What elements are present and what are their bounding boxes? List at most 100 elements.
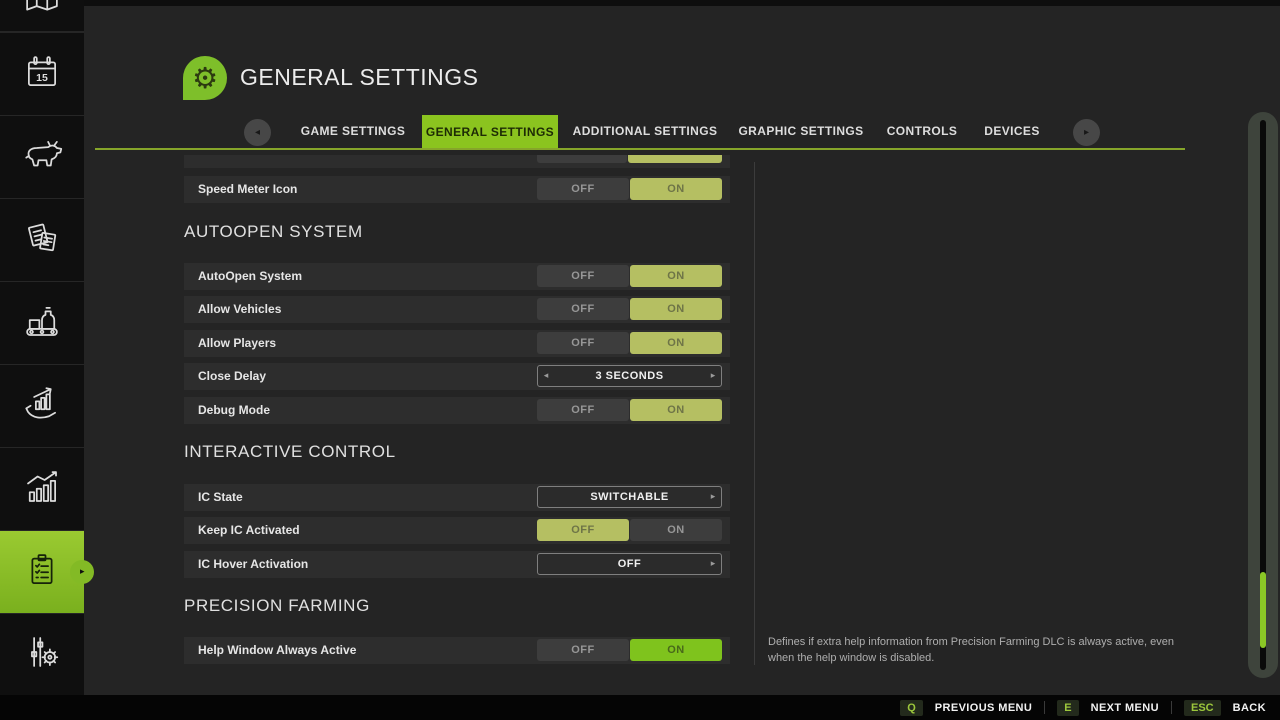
scrollbar-thumb[interactable]: [1260, 572, 1266, 648]
setting-row-autoopen-system: AutoOpen System OFF ON: [184, 263, 730, 290]
scrollbar: [1248, 112, 1278, 678]
toggle-off-button[interactable]: OFF: [537, 399, 629, 421]
setting-row-debug-mode: Debug Mode OFF ON: [184, 397, 730, 424]
sidebar: 15: [0, 0, 84, 695]
documents-icon: [21, 217, 63, 264]
toggle-off-button[interactable]: OFF: [537, 298, 629, 320]
tab-underline: [95, 148, 1185, 150]
toggle-on-button[interactable]: ON: [630, 332, 722, 354]
ic-hover-selector[interactable]: OFF ▸: [537, 553, 722, 575]
toggle-off-button[interactable]: OFF: [537, 332, 629, 354]
sidebar-item-finances[interactable]: [0, 365, 84, 447]
setting-row-allow-vehicles: Allow Vehicles OFF ON: [184, 296, 730, 323]
section-header-interactive: INTERACTIVE CONTROL: [184, 442, 396, 462]
clipboard-icon: [21, 549, 63, 596]
setting-label: Close Delay: [198, 363, 266, 390]
sidebar-item-vehicle-tuning[interactable]: [0, 614, 84, 695]
setting-row-ic-state: IC State SWITCHABLE ▸: [184, 484, 730, 511]
toggle-on-button[interactable]: ON: [630, 265, 722, 287]
back-label[interactable]: BACK: [1233, 702, 1266, 714]
footer-bar: Q PREVIOUS MENU E NEXT MENU ESC BACK: [0, 695, 1280, 720]
tab-controls[interactable]: CONTROLS: [872, 115, 972, 148]
cow-icon: [21, 134, 63, 181]
footer-separator: [1044, 701, 1045, 714]
setting-label: Allow Vehicles: [198, 296, 281, 323]
toggle-off-button[interactable]: OFF: [537, 265, 629, 287]
section-header-precision: PRECISION FARMING: [184, 596, 370, 616]
toggle-group: OFF ON: [537, 332, 722, 354]
sidebar-item-settings-list[interactable]: ▸: [0, 531, 84, 613]
help-panel-divider: [754, 162, 755, 665]
toggle-group: OFF ON: [537, 265, 722, 287]
chevron-left-icon[interactable]: ◂: [538, 371, 554, 381]
calendar-day: 15: [36, 71, 48, 83]
toggle-off-button[interactable]: OFF: [537, 519, 629, 541]
toggle-on-button[interactable]: ON: [630, 519, 722, 541]
page-icon: ⚙: [183, 56, 227, 100]
toggle-group: OFF ON: [537, 178, 722, 200]
calendar-icon: 15: [21, 51, 63, 98]
production-icon: [21, 300, 63, 347]
toggle-on-button[interactable]: ON: [630, 399, 722, 421]
toggle-group: OFF ON: [537, 639, 722, 661]
toggle-on-button[interactable]: ON: [630, 639, 722, 661]
chevron-right-icon[interactable]: ▸: [705, 371, 721, 381]
close-delay-selector[interactable]: ◂ 3 SECONDS ▸: [537, 365, 722, 387]
bar-chart-icon: [21, 466, 63, 513]
chevron-right-icon[interactable]: ▸: [705, 559, 721, 569]
key-e[interactable]: E: [1057, 700, 1078, 716]
next-menu-label[interactable]: NEXT MENU: [1091, 702, 1159, 714]
toggle-on-button[interactable]: [628, 155, 722, 163]
setting-label: AutoOpen System: [198, 263, 302, 290]
selector-value: OFF: [554, 558, 705, 570]
key-esc[interactable]: ESC: [1184, 700, 1221, 716]
sidebar-item-map[interactable]: [0, 0, 84, 31]
setting-label: IC Hover Activation: [198, 551, 308, 578]
ic-state-selector[interactable]: SWITCHABLE ▸: [537, 486, 722, 508]
toggle-group: OFF ON: [537, 399, 722, 421]
toggle-on-button[interactable]: ON: [630, 178, 722, 200]
setting-row-close-delay: Close Delay ◂ 3 SECONDS ▸: [184, 363, 730, 390]
tabs-next-button[interactable]: ▸: [1073, 119, 1100, 146]
setting-label: Debug Mode: [198, 397, 270, 424]
toggle-off-button[interactable]: OFF: [537, 639, 629, 661]
tabs-prev-button[interactable]: ◂: [244, 119, 271, 146]
setting-row-ic-hover-activation: IC Hover Activation OFF ▸: [184, 551, 730, 578]
toggle-group: OFF ON: [537, 519, 722, 541]
previous-menu-label[interactable]: PREVIOUS MENU: [935, 702, 1033, 714]
tab-additional-settings[interactable]: ADDITIONAL SETTINGS: [570, 115, 720, 148]
settings-screen: 15: [0, 0, 1280, 720]
sidebar-item-production[interactable]: [0, 282, 84, 364]
sidebar-item-statistics[interactable]: [0, 448, 84, 530]
toggle-off-button[interactable]: [537, 155, 627, 163]
toggle-group: OFF ON: [537, 298, 722, 320]
section-header-autoopen: AUTOOPEN SYSTEM: [184, 222, 363, 242]
active-pointer-icon: ▸: [80, 565, 85, 579]
help-text: Defines if extra help information from P…: [768, 635, 1188, 667]
chevron-right-icon[interactable]: ▸: [705, 492, 721, 502]
setting-row-help-window-always-active: Help Window Always Active OFF ON: [184, 637, 730, 664]
setting-label: IC State: [198, 484, 243, 511]
sidebar-item-animals[interactable]: [0, 116, 84, 198]
selector-value: SWITCHABLE: [554, 491, 705, 503]
sidebar-item-contracts[interactable]: [0, 199, 84, 281]
toggle-on-button[interactable]: ON: [630, 298, 722, 320]
setting-label: Speed Meter Icon: [198, 176, 297, 203]
setting-label: Keep IC Activated: [198, 517, 300, 544]
sidebar-item-calendar[interactable]: 15: [0, 33, 84, 115]
tab-devices[interactable]: DEVICES: [967, 115, 1057, 148]
page-title: GENERAL SETTINGS: [240, 64, 478, 91]
setting-row-keep-ic-activated: Keep IC Activated OFF ON: [184, 517, 730, 544]
clipped-setting-row: [184, 155, 730, 168]
tuning-icon: [21, 631, 63, 678]
tab-graphic-settings[interactable]: GRAPHIC SETTINGS: [736, 115, 866, 148]
tab-general-settings[interactable]: GENERAL SETTINGS: [422, 115, 558, 150]
setting-label: Help Window Always Active: [198, 637, 356, 664]
gear-icon: ⚙: [192, 56, 218, 100]
tab-game-settings[interactable]: GAME SETTINGS: [288, 115, 418, 148]
map-icon: [21, 5, 63, 26]
toggle-off-button[interactable]: OFF: [537, 178, 629, 200]
setting-row-allow-players: Allow Players OFF ON: [184, 330, 730, 357]
key-q[interactable]: Q: [900, 700, 923, 716]
setting-label: Allow Players: [198, 330, 276, 357]
